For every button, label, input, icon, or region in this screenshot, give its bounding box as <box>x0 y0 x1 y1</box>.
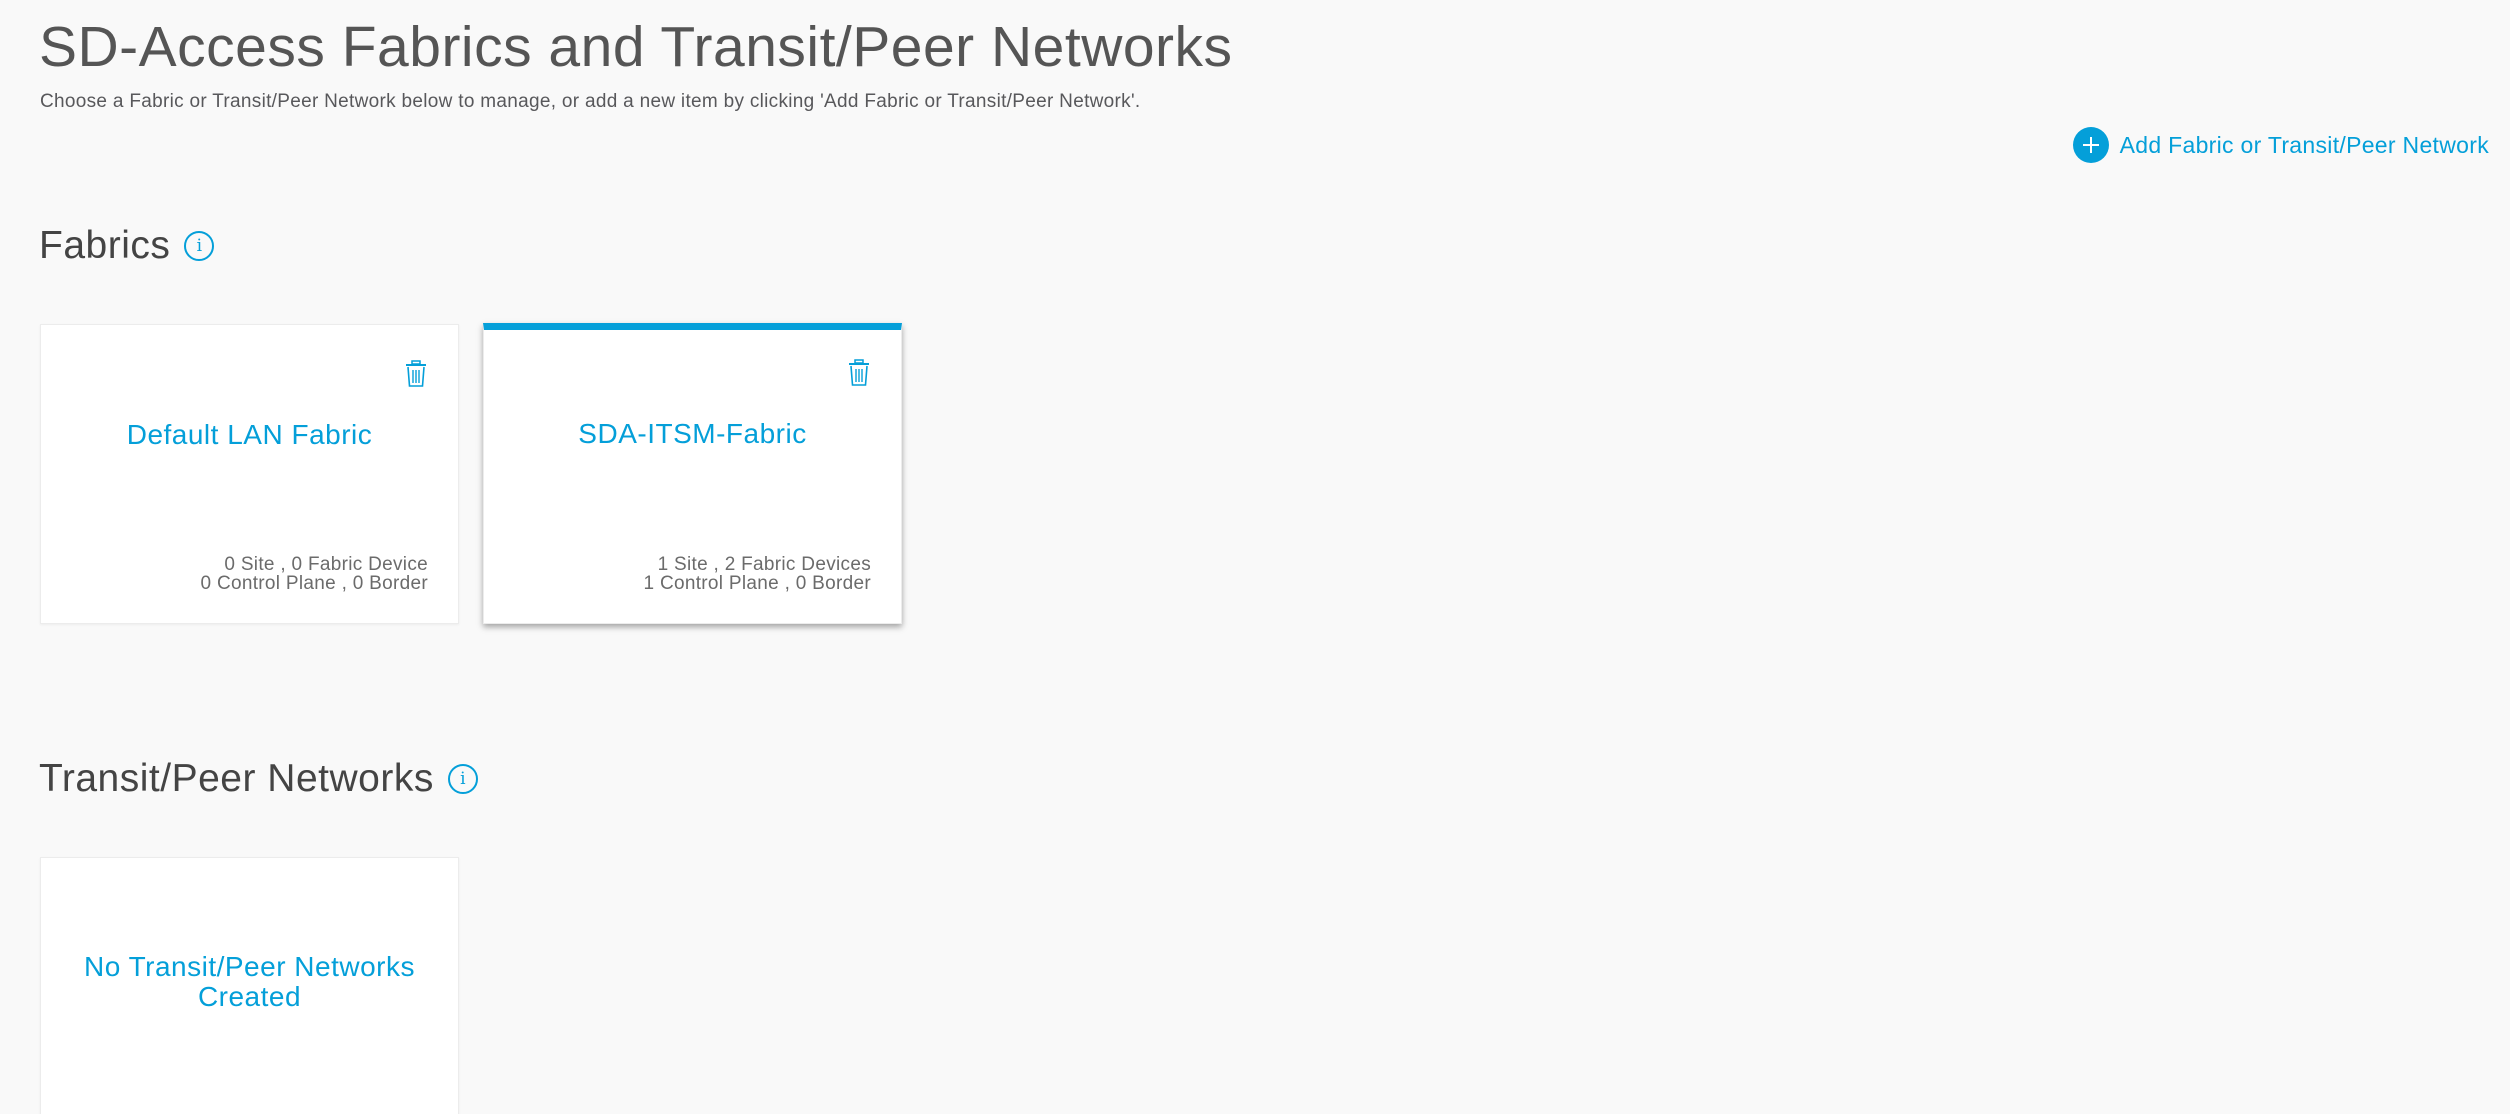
fabric-name[interactable]: Default LAN Fabric <box>41 419 458 451</box>
add-button-label: Add Fabric or Transit/Peer Network <box>2119 131 2489 158</box>
info-icon[interactable]: i <box>447 764 478 794</box>
fabric-stats-sites-devices: 0 Site , 0 Fabric Device <box>224 554 428 575</box>
fabric-name[interactable]: SDA-ITSM-Fabric <box>484 418 901 450</box>
page: SD-Access Fabrics and Transit/Peer Netwo… <box>0 0 2510 1114</box>
page-title: SD-Access Fabrics and Transit/Peer Netwo… <box>39 15 1233 79</box>
page-subtitle: Choose a Fabric or Transit/Peer Network … <box>40 91 1141 112</box>
fabrics-section-title: Fabrics <box>39 224 171 267</box>
fabrics-section-header: Fabrics i <box>39 224 215 268</box>
transit-empty-card: No Transit/Peer Networks Created <box>40 857 459 1114</box>
info-icon[interactable]: i <box>184 231 215 261</box>
fabric-stats: 0 Site , 0 Fabric Device 0 Control Plane… <box>201 555 428 593</box>
add-fabric-or-transit-button[interactable]: Add Fabric or Transit/Peer Network <box>2072 127 2489 163</box>
plus-circle-icon <box>2072 127 2109 163</box>
fabric-card-default-lan-fabric[interactable]: Default LAN Fabric 0 Site , 0 Fabric Dev… <box>40 324 459 624</box>
fabric-card-sda-itsm-fabric[interactable]: SDA-ITSM-Fabric 1 Site , 2 Fabric Device… <box>483 323 902 624</box>
trash-icon[interactable] <box>404 360 428 388</box>
fabric-stats-sites-devices: 1 Site , 2 Fabric Devices <box>657 554 871 575</box>
fabric-stats: 1 Site , 2 Fabric Devices 1 Control Plan… <box>644 555 871 593</box>
transit-empty-message: No Transit/Peer Networks Created <box>84 951 415 1012</box>
fabric-stats-control-border: 1 Control Plane , 0 Border <box>643 573 871 594</box>
transit-section-header: Transit/Peer Networks i <box>39 757 478 801</box>
fabric-stats-control-border: 0 Control Plane , 0 Border <box>200 573 428 594</box>
trash-icon[interactable] <box>847 359 871 387</box>
transit-section-title: Transit/Peer Networks <box>39 757 434 800</box>
